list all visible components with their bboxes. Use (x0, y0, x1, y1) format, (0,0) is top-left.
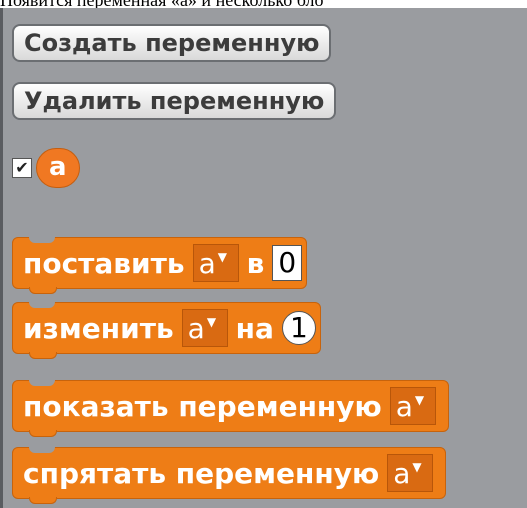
hide-variable-block[interactable]: спрятать переменную a ▼ (12, 447, 447, 504)
hide-block-label: спрятать переменную (23, 456, 380, 490)
dropdown-arrow-icon: ▼ (412, 460, 422, 474)
create-variable-button[interactable]: Создать переменную (12, 24, 332, 62)
set-block-prep: в (246, 246, 265, 280)
set-value-input[interactable]: 0 (272, 245, 303, 281)
show-variable-block[interactable]: показать переменную a ▼ (12, 380, 449, 437)
set-variable-dropdown-value: a (198, 246, 216, 280)
variable-row: ✔ a (12, 148, 80, 188)
change-value-input[interactable]: 1 (281, 311, 316, 345)
change-variable-block[interactable]: изменить a ▼ на 1 (12, 302, 321, 359)
show-variable-dropdown-value: a (395, 389, 413, 423)
dropdown-arrow-icon: ▼ (414, 393, 425, 407)
change-variable-dropdown[interactable]: a ▼ (181, 309, 228, 347)
change-block-label: изменить (23, 311, 174, 345)
hide-variable-dropdown-value: a (393, 456, 411, 490)
delete-variable-button[interactable]: Удалить переменную (12, 82, 337, 120)
change-variable-dropdown-value: a (187, 311, 205, 345)
set-variable-dropdown[interactable]: a ▼ (192, 244, 239, 282)
variable-visibility-checkbox[interactable]: ✔ (12, 158, 32, 178)
variable-reporter-a[interactable]: a (36, 148, 80, 188)
set-variable-block[interactable]: поставить a ▼ в 0 (12, 237, 308, 294)
hide-variable-dropdown[interactable]: a ▼ (387, 454, 434, 492)
dropdown-arrow-icon: ▼ (217, 250, 227, 264)
show-variable-dropdown[interactable]: a ▼ (389, 387, 436, 425)
change-block-prep: на (235, 311, 274, 345)
show-block-label: показать переменную (23, 389, 382, 423)
set-block-label: поставить (23, 246, 185, 280)
dropdown-arrow-icon: ▼ (206, 315, 217, 329)
